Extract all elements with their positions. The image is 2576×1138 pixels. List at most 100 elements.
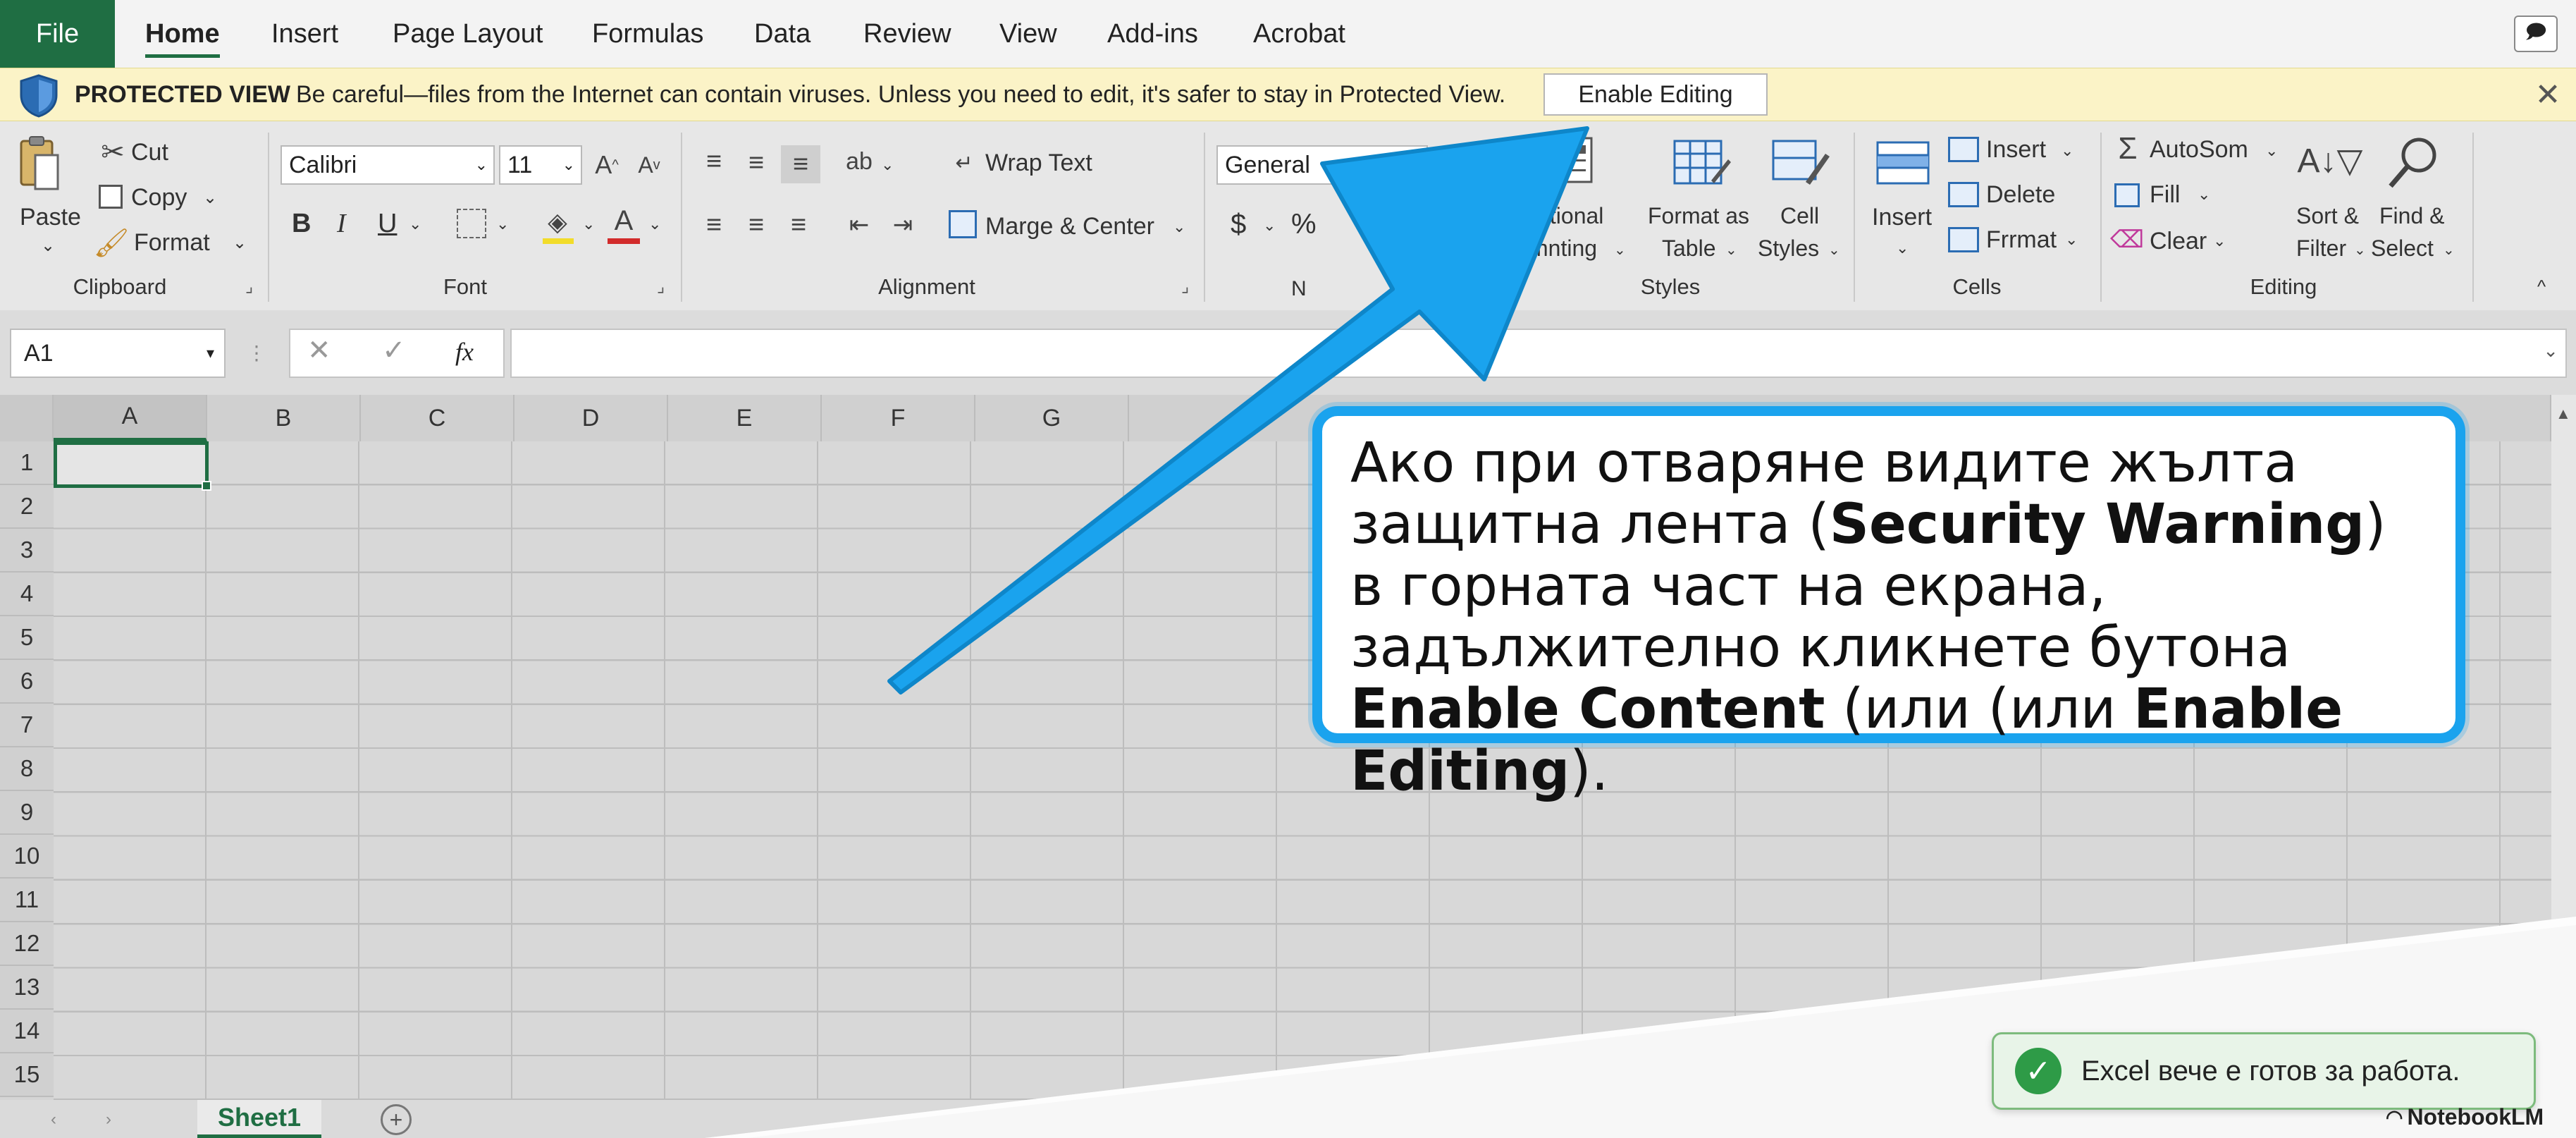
decrease-font-icon[interactable]: Av — [631, 145, 667, 185]
vertical-scrollbar[interactable]: ▲ — [2551, 395, 2576, 1100]
row-header[interactable]: 3 — [0, 529, 54, 573]
orientation-icon[interactable]: ab — [842, 144, 877, 179]
font-size-combo[interactable]: 11 ⌄ — [499, 145, 582, 185]
formula-input[interactable]: ⌄ — [510, 329, 2567, 378]
delete-menu[interactable]: Delete — [1986, 179, 2055, 210]
column-header[interactable]: C — [361, 395, 514, 441]
find-select-line1[interactable]: Find & — [2379, 202, 2444, 230]
percent-button[interactable]: % — [1291, 206, 1317, 243]
row-header[interactable]: 7 — [0, 704, 54, 747]
chevron-down-icon[interactable]: ⌄ — [2198, 182, 2210, 207]
increase-indent-icon[interactable]: ⇥ — [885, 207, 920, 243]
row-header[interactable]: 1 — [0, 441, 54, 485]
chevron-down-icon[interactable]: ⌄ — [2265, 138, 2278, 164]
chevron-down-icon[interactable]: ⌄ — [1896, 235, 1909, 261]
column-header[interactable]: E — [668, 395, 822, 441]
chevron-down-icon[interactable]: ⌄ — [881, 151, 894, 179]
chevron-down-icon[interactable]: ⌄ — [233, 230, 247, 255]
tab-home[interactable]: Home — [145, 0, 220, 68]
tab-add-ins[interactable]: Add-ins — [1107, 0, 1198, 68]
row-header[interactable]: 5 — [0, 616, 54, 660]
tab-acrobat[interactable]: Acrobat — [1253, 0, 1345, 68]
find-select-line2[interactable]: Select — [2371, 234, 2434, 262]
format-painter-button[interactable]: Format — [134, 227, 210, 258]
next-sheet-icon[interactable]: › — [106, 1106, 111, 1134]
bold-button[interactable]: B — [292, 206, 311, 241]
underline-button[interactable]: U — [378, 206, 397, 241]
chevron-down-icon[interactable]: ⌄ — [496, 210, 509, 238]
font-name-combo[interactable]: Calibri ⌄ — [281, 145, 495, 185]
number-format-combo[interactable]: General — [1216, 145, 1428, 185]
chevron-down-icon[interactable]: ⌄ — [409, 210, 421, 238]
align-top-icon[interactable]: ≡ — [696, 144, 732, 179]
clipboard-launcher-icon[interactable]: ⌟ — [245, 276, 253, 297]
conditional-formatting-line1[interactable]: ditional — [1532, 202, 1603, 230]
wrap-text-button[interactable]: Wrap Text — [985, 145, 1092, 181]
merge-center-button[interactable]: Marge & Center — [985, 209, 1154, 244]
confirm-icon[interactable]: ✓ — [382, 334, 406, 367]
fill-handle[interactable] — [202, 481, 211, 491]
file-tab[interactable]: File — [0, 0, 115, 68]
sheet-tab-sheet1[interactable]: Sheet1 — [197, 1100, 321, 1138]
tab-view[interactable]: View — [999, 0, 1057, 68]
chevron-down-icon[interactable]: ⌄ — [1173, 213, 1185, 241]
row-header[interactable]: 6 — [0, 660, 54, 704]
comments-button[interactable]: 🗩 — [2514, 16, 2558, 52]
alignment-launcher-icon[interactable]: ⌟ — [1181, 276, 1189, 297]
insert-button[interactable]: Insert — [1872, 202, 1932, 233]
chevron-down-icon[interactable]: ⌄ — [1263, 212, 1276, 240]
row-header[interactable]: 10 — [0, 835, 54, 879]
tab-formulas[interactable]: Formulas — [592, 0, 703, 68]
format-as-table-line1[interactable]: Format as — [1648, 202, 1749, 230]
clear-button[interactable]: Clear — [2150, 226, 2207, 257]
conditional-formatting-line2[interactable]: mnting — [1529, 234, 1597, 262]
fill-button[interactable]: Fill — [2150, 179, 2180, 210]
column-header[interactable]: B — [207, 395, 361, 441]
prev-sheet-icon[interactable]: ‹ — [51, 1106, 56, 1134]
chevron-down-icon[interactable]: ⌄ — [2213, 228, 2226, 254]
insert-function-icon[interactable]: fx — [455, 337, 474, 367]
row-header[interactable]: 12 — [0, 922, 54, 966]
tab-review[interactable]: Review — [863, 0, 951, 68]
name-box[interactable]: A1 ▾ — [10, 329, 226, 378]
chevron-down-icon[interactable]: ⌄ — [2061, 138, 2073, 164]
row-header[interactable]: 9 — [0, 791, 54, 835]
active-cell[interactable] — [54, 441, 209, 488]
font-launcher-icon[interactable]: ⌟ — [657, 276, 665, 297]
chevron-down-icon[interactable]: ⌄ — [2065, 227, 2078, 252]
row-header[interactable]: 2 — [0, 485, 54, 529]
autosum-button[interactable]: AutoSom — [2150, 134, 2248, 165]
increase-font-icon[interactable]: A ^ — [589, 145, 624, 185]
tab-insert[interactable]: Insert — [271, 0, 338, 68]
sort-filter-line1[interactable]: Sort & — [2296, 202, 2359, 230]
format-menu[interactable]: Frrmat — [1986, 224, 2057, 255]
format-as-table-line2[interactable]: Table — [1662, 234, 1716, 262]
add-sheet-icon[interactable]: + — [381, 1104, 412, 1135]
paste-button[interactable]: Paste — [20, 202, 81, 233]
row-header[interactable]: 11 — [0, 879, 54, 922]
row-header[interactable]: 14 — [0, 1010, 54, 1053]
sort-filter-line2[interactable]: Filter — [2296, 234, 2346, 262]
row-header[interactable]: 15 — [0, 1053, 54, 1097]
row-header[interactable]: 13 — [0, 966, 54, 1010]
font-color-icon[interactable]: A — [606, 203, 641, 238]
insert-menu[interactable]: Insert — [1986, 134, 2046, 165]
column-header[interactable]: D — [514, 395, 668, 441]
chevron-down-icon[interactable]: ⌄ — [648, 210, 661, 238]
enable-editing-button[interactable]: Enable Editing — [1543, 73, 1768, 116]
row-header[interactable]: 4 — [0, 573, 54, 616]
tab-page-layout[interactable]: Page Layout — [393, 0, 543, 68]
align-middle-icon[interactable]: ≡ — [739, 145, 774, 181]
currency-button[interactable]: $ — [1231, 206, 1246, 243]
chevron-down-icon[interactable]: ⌄ — [203, 185, 217, 210]
row-header[interactable]: 8 — [0, 747, 54, 791]
cancel-icon[interactable]: ✕ — [307, 334, 331, 367]
column-header[interactable]: A — [54, 395, 207, 441]
copy-button[interactable]: Copy — [131, 182, 187, 213]
cell-styles-line2[interactable]: Styles — [1758, 234, 1819, 262]
collapse-ribbon-icon[interactable]: ^ — [2537, 272, 2546, 300]
chevron-down-icon[interactable]: ⌄ — [1614, 237, 1626, 262]
align-left-icon[interactable]: ≡ — [696, 207, 732, 243]
align-bottom-icon[interactable]: ≡ — [781, 145, 820, 183]
chevron-down-icon[interactable]: ⌄ — [2443, 237, 2455, 262]
